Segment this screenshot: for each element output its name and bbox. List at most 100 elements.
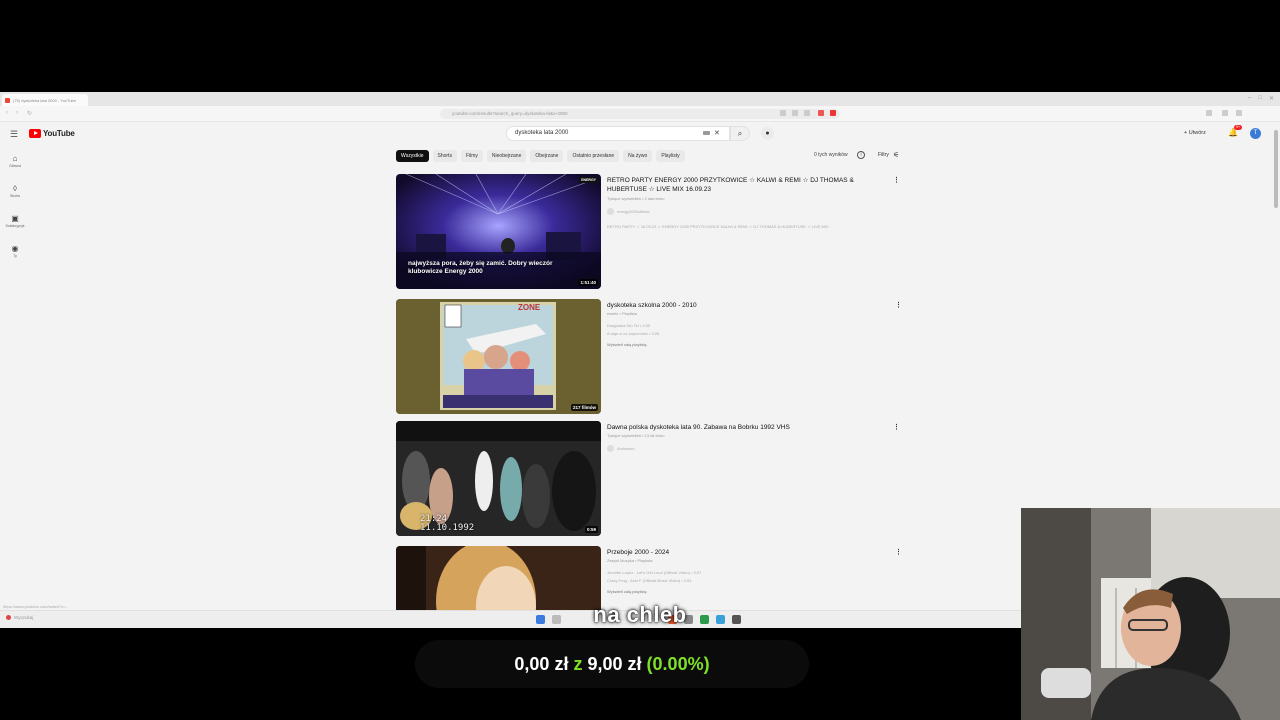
result-description: RETRO PARTY ☆ 16.09.23 ☆ ENERGY 2000 PRZ…	[607, 224, 829, 229]
you-icon: ◉	[11, 244, 19, 253]
result-title[interactable]: RETRO PARTY ENERGY 2000 PRZYTKOWICE ☆ KA…	[607, 176, 887, 194]
chip-recent[interactable]: Ostatnio przesłane	[567, 150, 620, 162]
search-button[interactable]: ⌕	[730, 126, 750, 141]
subscriptions-icon: ▣	[11, 214, 19, 223]
avatar[interactable]: T	[1250, 128, 1261, 139]
streamer-webcam-image	[1021, 508, 1280, 720]
chip-live[interactable]: Na żywo	[623, 150, 653, 162]
vhs-date: 11.10.1992	[420, 523, 475, 533]
keyboard-icon[interactable]	[703, 131, 710, 135]
playlist-thumbnail[interactable]: ZONE 217 filmów	[396, 299, 601, 414]
donation-current: 0,00 zł	[514, 654, 569, 674]
chip-playlists[interactable]: Playlisty	[656, 150, 685, 162]
youtube-header: ☰ YouTube dyskoteka lata 2000 ✕ ⌕ ● + Ut…	[0, 122, 1280, 146]
create-label: Utwórz	[1188, 130, 1206, 136]
playlist-item[interactable]: Crazy Frog - Axel F (Official Music Vide…	[607, 578, 897, 583]
playlist-item[interactable]: Dragostea Din Tei • 3:35	[607, 323, 897, 328]
result-meta: Tysiące wyświetleń • 2 lata temu	[607, 196, 665, 201]
shorts-icon: ◊	[13, 184, 17, 193]
hamburger-menu-icon[interactable]: ☰	[10, 129, 18, 140]
menu-icon[interactable]	[1236, 110, 1242, 116]
webcam-feed	[1021, 508, 1280, 720]
playlist-item[interactable]: Jennifer Lopez - Let's Get Loud (Officia…	[607, 570, 897, 575]
result-meta: ewelin • Playlista	[607, 311, 637, 316]
album-title: ZONE	[518, 303, 541, 312]
chip-unwatched[interactable]: Nieobejrzane	[486, 150, 527, 162]
search-result[interactable]: ZONE 217 filmów dyskoteka szkolna 2000 -…	[396, 299, 908, 415]
youtube-favicon-icon	[5, 97, 10, 103]
thumbnail-caption: najwyższa pora, żeby się zamić. Dobry wi…	[408, 260, 553, 275]
sidebar-toggle-icon[interactable]	[1206, 110, 1212, 116]
result-meta: Tysiące wyświetleń • 13 lat temu	[607, 433, 665, 438]
channel-avatar-icon	[607, 445, 614, 452]
view-playlist-link[interactable]: Wyświetl całą playlistę	[607, 342, 647, 347]
chip-shorts[interactable]: Shorts	[432, 150, 457, 162]
notifications-badge: 9+	[1234, 125, 1242, 130]
microphone-icon[interactable]: ●	[761, 127, 774, 140]
forward-icon[interactable]: ›	[16, 110, 18, 116]
sidebar-item-label: Shorts	[9, 194, 21, 198]
stream-frame: (75) dyskoteka lata 2000 - YouTube – □ ✕…	[0, 0, 1280, 720]
playlist-count-badge: 217 filmów	[570, 404, 598, 411]
youtube-play-icon	[29, 129, 41, 138]
more-options-icon[interactable]: ⋮	[893, 176, 900, 184]
extension-icon[interactable]	[804, 110, 810, 116]
brave-shield-icon[interactable]	[818, 110, 824, 116]
result-meta: Zespół Muzyka • Playlista	[607, 558, 653, 563]
sidebar-item-subscriptions[interactable]: ▣ Subskrypcje	[4, 214, 26, 228]
sidebar-item-label: Subskrypcje	[5, 224, 25, 228]
close-window-icon[interactable]: ✕	[1269, 95, 1274, 102]
tab-strip: (75) dyskoteka lata 2000 - YouTube – □ ✕	[0, 92, 1280, 106]
sidebar-item-home[interactable]: ⌂ Główna	[4, 154, 26, 168]
channel-label: Archiwum	[617, 446, 635, 451]
sidebar-item-you[interactable]: ◉ Ty	[4, 244, 26, 258]
youtube-logo[interactable]: YouTube	[29, 129, 75, 138]
extension-icon[interactable]	[792, 110, 798, 116]
chip-videos[interactable]: Filmy	[460, 150, 483, 162]
sidebar-item-shorts[interactable]: ◊ Shorts	[4, 184, 26, 198]
info-icon[interactable]: i	[857, 151, 865, 159]
back-icon[interactable]: ‹	[6, 110, 8, 116]
playlist-thumbnail[interactable]	[396, 546, 601, 610]
search-input[interactable]: dyskoteka lata 2000	[506, 126, 730, 141]
video-thumbnail[interactable]: 21:24 11.10.1992 0:59	[396, 421, 601, 536]
browser-tab[interactable]: (75) dyskoteka lata 2000 - YouTube	[2, 94, 88, 106]
search-result[interactable]: 21:24 11.10.1992 0:59 Dawna polska dysko…	[396, 421, 908, 537]
result-title[interactable]: Przeboje 2000 - 2024	[607, 548, 887, 557]
extension-icon[interactable]	[780, 110, 786, 116]
vhs-timestamp: 21:24 11.10.1992	[420, 515, 474, 533]
more-options-icon[interactable]: ⋮	[895, 548, 902, 556]
channel-name[interactable]: Archiwum	[607, 445, 635, 452]
chip-watched[interactable]: Obejrzane	[530, 150, 564, 162]
channel-name[interactable]: energy2000official	[607, 208, 649, 215]
search-result[interactable]: najwyższa pora, żeby się zamić. Dobry wi…	[396, 174, 908, 290]
page-scrollbar[interactable]	[1274, 130, 1278, 208]
more-options-icon[interactable]: ⋮	[893, 423, 900, 431]
result-title[interactable]: dyskoteka szkolna 2000 - 2010	[607, 301, 887, 310]
playlist-item[interactable]: A daje ci co zapomnieć • 3:26	[607, 331, 897, 336]
filters-icon[interactable]: ⚟	[893, 151, 899, 159]
channel-avatar-icon	[607, 208, 614, 215]
filters-button[interactable]: Filtry	[878, 152, 889, 158]
reload-icon[interactable]: ↻	[27, 110, 32, 117]
donation-goal: 9,00 zł	[587, 654, 642, 674]
sidebar-item-label: Ty	[13, 254, 17, 258]
chip-all[interactable]: Wszystkie	[396, 150, 429, 162]
album-cover-image	[396, 299, 601, 414]
donation-goal-bar: 0,00 zł z 9,00 zł (0.00%)	[415, 640, 809, 688]
view-playlist-link[interactable]: Wyświetl całą playlistę	[607, 589, 647, 594]
video-thumbnail[interactable]: najwyższa pora, żeby się zamić. Dobry wi…	[396, 174, 601, 289]
channel-label: energy2000official	[617, 209, 650, 214]
duration-badge: 0:59	[584, 526, 598, 533]
clear-search-icon[interactable]: ✕	[714, 129, 720, 137]
minimize-icon[interactable]: –	[1248, 95, 1251, 101]
duration-badge: 1:51:40	[578, 279, 598, 286]
maximize-icon[interactable]: □	[1258, 95, 1262, 101]
donation-separator: z	[573, 654, 583, 674]
wallet-icon[interactable]	[1222, 110, 1228, 116]
create-button[interactable]: + Utwórz	[1184, 130, 1206, 136]
result-title[interactable]: Dawna polska dyskoteka lata 90. Zabawa n…	[607, 423, 887, 432]
brave-rewards-icon[interactable]	[830, 110, 836, 116]
more-options-icon[interactable]: ⋮	[895, 301, 902, 309]
youtube-logo-text: YouTube	[43, 129, 75, 138]
